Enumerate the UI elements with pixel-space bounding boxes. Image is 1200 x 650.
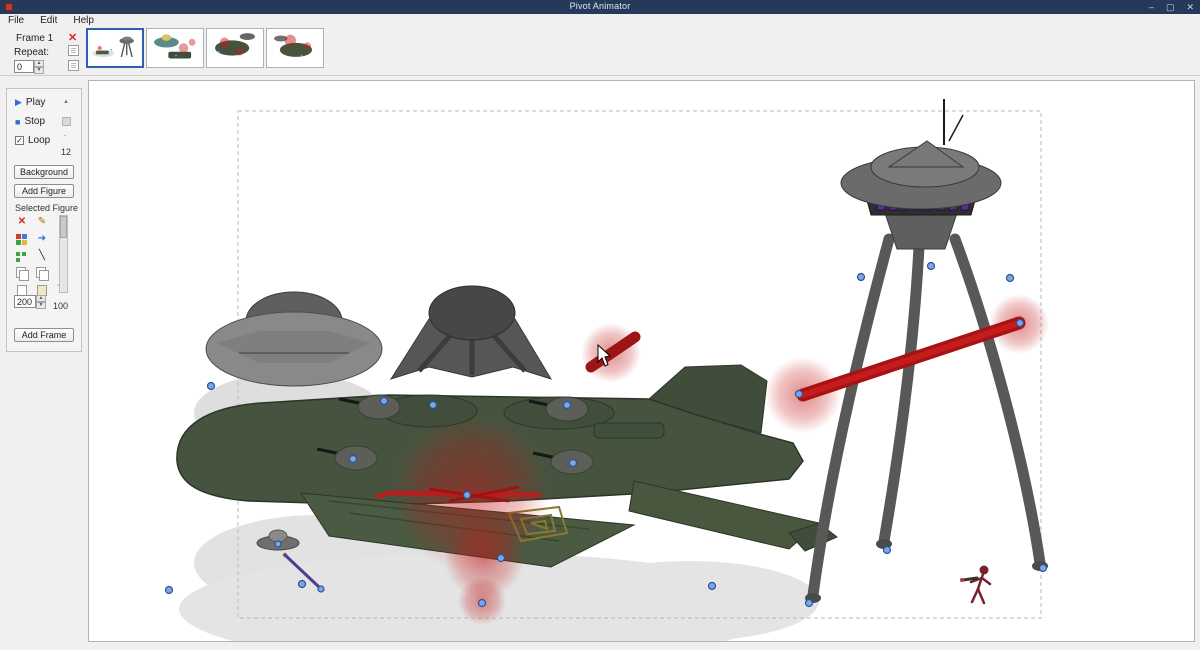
frame-thumbnail-4[interactable] — [266, 28, 324, 68]
frames-strip — [86, 28, 324, 68]
frame-thumbnail-2[interactable] — [146, 28, 204, 68]
opacity-value: 100 — [53, 301, 69, 311]
frame-title: Frame 1 — [16, 33, 54, 44]
flip-figure-icon[interactable]: ➜ — [35, 232, 49, 246]
copy-frame-icon[interactable] — [68, 45, 79, 56]
repeat-value[interactable]: 0 — [14, 60, 34, 73]
playback-panel: ▶ Play ▲ ■ Stop ✓ Loop ˇ 12 Background A… — [6, 88, 82, 352]
delete-figure-icon[interactable]: ✕ — [15, 215, 29, 229]
loop-checkbox[interactable]: ✓ — [15, 136, 24, 145]
scale-value[interactable]: 200 — [14, 295, 36, 308]
stop-button[interactable]: ■ Stop — [15, 116, 45, 127]
joints-icon[interactable] — [15, 249, 29, 263]
loop-toggle[interactable]: ✓ Loop — [15, 135, 50, 146]
opacity-scroll-thumb[interactable] — [60, 216, 67, 238]
color-palette-icon[interactable] — [15, 232, 29, 246]
loop-chevron-icon[interactable]: ˇ — [64, 136, 66, 142]
repeat-label: Repeat: — [14, 47, 50, 58]
paste-frame-icon[interactable] — [68, 60, 79, 71]
background-button[interactable]: Background — [14, 165, 74, 179]
stop-icon: ■ — [15, 116, 21, 127]
ufo-grey[interactable] — [205, 291, 383, 387]
window-title: Pivot Animator — [569, 1, 631, 11]
frame-panel: Frame 1 ✕ Repeat: 0 ▲ ▼ — [8, 29, 84, 74]
close-button[interactable]: ✕ — [1186, 0, 1194, 14]
send-back-icon[interactable] — [35, 266, 49, 281]
ufo-dark[interactable] — [389, 285, 553, 380]
menu-edit[interactable]: Edit — [32, 15, 65, 26]
scale-chevron-icon[interactable]: ˇ — [57, 285, 59, 292]
play-label: Play — [25, 97, 46, 108]
line-tool-icon[interactable]: ╲ — [35, 249, 49, 263]
minimize-button[interactable]: – — [1149, 0, 1154, 14]
toolbar: Frame 1 ✕ Repeat: 0 ▲ ▼ — [0, 27, 1200, 76]
add-frame-button[interactable]: Add Frame — [14, 328, 74, 342]
stick-figure[interactable] — [960, 565, 992, 605]
repeat-up-icon[interactable]: ▲ — [34, 60, 44, 67]
delete-frame-icon[interactable]: ✕ — [68, 31, 77, 44]
loop-count: 12 — [61, 147, 72, 157]
repeat-spinner[interactable]: 0 ▲ ▼ — [14, 60, 44, 74]
animation-canvas[interactable] — [88, 80, 1195, 642]
scale-spinner[interactable]: 200 ▲ ▼ — [14, 295, 46, 309]
title-bar: Pivot Animator – ▢ ✕ — [0, 0, 1200, 14]
canvas-scene — [164, 99, 1049, 641]
repeat-down-icon[interactable]: ▼ — [34, 67, 44, 74]
play-icon: ▶ — [15, 97, 22, 107]
selected-figure-label: Selected Figure — [15, 203, 79, 213]
speed-up-icon[interactable]: ▲ — [63, 99, 69, 105]
frame-thumbnail-1[interactable] — [86, 28, 144, 68]
frame-thumbnail-3[interactable] — [206, 28, 264, 68]
play-button[interactable]: ▶ Play — [15, 97, 45, 108]
speed-box[interactable] — [62, 117, 71, 126]
opacity-scrollbar[interactable] — [59, 215, 68, 293]
maximize-button[interactable]: ▢ — [1166, 0, 1175, 14]
bring-front-icon[interactable] — [15, 266, 29, 281]
loop-label: Loop — [28, 135, 51, 146]
menu-file[interactable]: File — [0, 15, 32, 26]
scale-up-icon[interactable]: ▲ — [36, 295, 46, 302]
edit-figure-icon[interactable]: ✎ — [35, 215, 49, 229]
stop-label: Stop — [24, 116, 46, 127]
menu-bar: File Edit Help — [0, 14, 1200, 27]
scale-down-icon[interactable]: ▼ — [36, 302, 46, 309]
menu-help[interactable]: Help — [65, 15, 102, 26]
add-figure-button[interactable]: Add Figure — [14, 184, 74, 198]
